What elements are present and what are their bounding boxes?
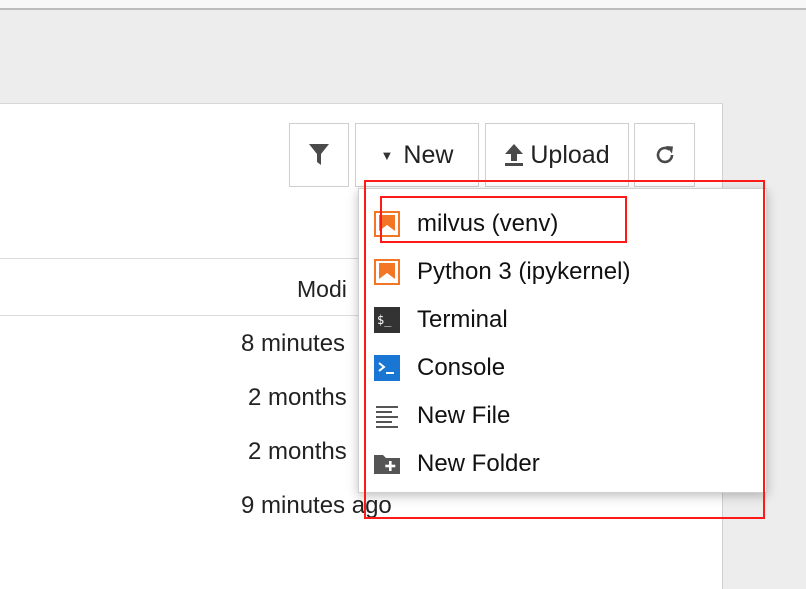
table-row-modified: 2 months (248, 438, 347, 465)
menu-item-terminal[interactable]: $_ Terminal (373, 300, 753, 340)
folder-icon (373, 450, 401, 478)
menu-item-label: Terminal (417, 306, 508, 333)
column-header-modified[interactable]: Modi (297, 276, 347, 303)
refresh-icon (653, 143, 677, 167)
menu-item-label: New File (417, 402, 511, 429)
terminal-icon: $_ (373, 306, 401, 334)
notebook-icon (373, 258, 401, 286)
menu-item-label: New Folder (417, 450, 540, 477)
menu-item-label: milvus (venv) (417, 210, 559, 237)
refresh-button[interactable] (634, 123, 695, 187)
menu-item-label: Python 3 (ipykernel) (417, 258, 631, 285)
filter-button[interactable] (289, 123, 349, 187)
new-button-label: New (403, 140, 454, 169)
filter-icon (308, 143, 330, 167)
upload-button[interactable]: Upload (485, 123, 629, 187)
table-row-modified: 8 minutes (241, 330, 346, 357)
menu-item-label: Console (417, 354, 506, 381)
upload-icon (504, 143, 524, 167)
new-launcher-menu: milvus (venv) Python 3 (ipykernel) $_ Te… (358, 188, 767, 493)
table-row-modified: 9 minutes ago (241, 492, 392, 519)
notebook-icon (373, 210, 401, 238)
menu-item-console[interactable]: Console (373, 348, 753, 388)
table-row-modified: 2 months (248, 384, 347, 411)
menu-item-python3[interactable]: Python 3 (ipykernel) (373, 252, 753, 292)
svg-text:$_: $_ (377, 313, 392, 327)
console-icon (373, 354, 401, 382)
new-button[interactable]: ▼ New (355, 123, 479, 187)
file-icon (373, 402, 401, 430)
menu-item-new-file[interactable]: New File (373, 396, 753, 436)
window-top-bar (0, 0, 806, 10)
caret-down-icon: ▼ (380, 147, 394, 163)
upload-button-label: Upload (530, 140, 610, 169)
menu-item-milvus-venv[interactable]: milvus (venv) (373, 204, 753, 244)
menu-item-new-folder[interactable]: New Folder (373, 444, 753, 484)
